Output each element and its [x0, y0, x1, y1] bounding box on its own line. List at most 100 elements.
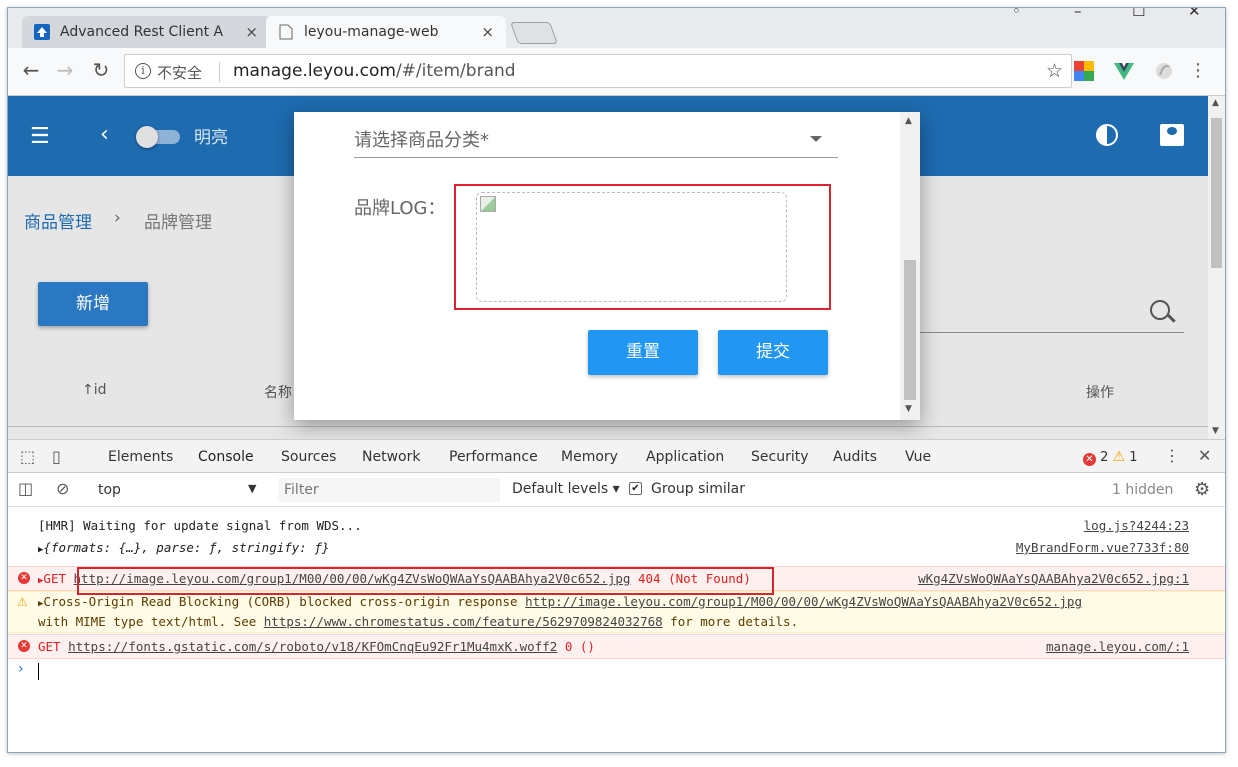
settings-gear-icon[interactable]: ⚙	[1194, 479, 1210, 500]
issue-counter[interactable]: ✕ 2 ⚠ 1	[1083, 449, 1138, 466]
scroll-down-icon[interactable]: ▼	[1212, 426, 1219, 436]
bookmark-star-icon[interactable]: ☆	[1046, 60, 1063, 82]
logo-label: 品牌LOG：	[354, 198, 446, 219]
add-brand-button[interactable]: 新增	[38, 282, 148, 326]
context-dropdown-icon[interactable]: ▼	[248, 482, 256, 495]
scroll-up-icon[interactable]: ▲	[905, 116, 912, 126]
toggle-knob	[136, 126, 158, 148]
theme-toggle[interactable]	[136, 126, 180, 148]
source-link[interactable]: wKg4ZVsWoQWAaYsQAABAhya2V0c652.jpg:1	[918, 570, 1189, 588]
log-levels-dropdown[interactable]: Default levels ▾	[512, 481, 620, 497]
tab-title: Advanced Rest Client A	[60, 24, 224, 40]
tab-leyou-manage-web[interactable]: leyou-manage-web ×	[266, 16, 506, 48]
tab-advanced-rest-client[interactable]: Advanced Rest Client A ×	[22, 16, 270, 48]
arc-favicon-icon	[34, 24, 50, 40]
new-tab-button[interactable]	[509, 22, 559, 44]
browser-menu-icon[interactable]: ⋮	[1189, 60, 1207, 81]
tab-title: leyou-manage-web	[304, 24, 439, 40]
chromestatus-link[interactable]: https://www.chromestatus.com/feature/562…	[264, 614, 663, 629]
console-input[interactable]	[38, 663, 39, 680]
back-icon[interactable]: ←	[18, 58, 44, 82]
url-text[interactable]: manage.leyou.com/#/item/brand	[233, 61, 516, 81]
dialog-scrollbar[interactable]: ▲ ▼	[900, 112, 920, 420]
tab-console[interactable]: Console	[184, 449, 268, 475]
column-header-actions: 操作	[1086, 385, 1114, 401]
context-selector[interactable]: top	[98, 482, 121, 498]
tab-application[interactable]: Application	[646, 449, 724, 465]
search-input[interactable]	[908, 332, 1184, 333]
warning-icon: ⚠	[1112, 449, 1126, 465]
page-scrollbar[interactable]: ▲ ▼	[1208, 96, 1225, 439]
vue-devtools-icon[interactable]	[1114, 61, 1134, 81]
maximize-icon[interactable]: ☐	[1132, 8, 1145, 20]
account-box-icon[interactable]	[1160, 124, 1184, 146]
broken-image-icon	[480, 196, 496, 212]
tab-vue[interactable]: Vue	[905, 449, 931, 465]
search-icon[interactable]	[1150, 300, 1170, 320]
source-link[interactable]: MyBrandForm.vue?733f:80	[1016, 539, 1189, 557]
minimize-icon[interactable]: –	[1074, 8, 1082, 20]
extension-color-icon[interactable]	[1074, 61, 1094, 81]
tab-network[interactable]: Network	[362, 449, 420, 465]
console-message[interactable]: ▶{formats: {…}, parse: ƒ, stringify: ƒ} …	[8, 539, 1225, 559]
menu-icon[interactable]: ☰	[30, 124, 50, 149]
address-bar[interactable]: i 不安全 manage.leyou.com/#/item/brand ☆	[124, 54, 1072, 88]
reload-icon[interactable]: ↻	[88, 58, 114, 82]
error-icon: ✕	[18, 640, 30, 652]
corb-url-link[interactable]: http://image.leyou.com/group1/M00/00/00/…	[525, 594, 1082, 609]
breadcrumb-current: 品牌管理	[144, 213, 212, 233]
console-prompt-icon: ›	[18, 661, 24, 677]
highlight-box	[77, 567, 774, 595]
category-select[interactable]: 请选择商品分类*	[354, 126, 838, 158]
tab-audits[interactable]: Audits	[833, 449, 877, 465]
hidden-count: 1 hidden	[1112, 482, 1174, 498]
devtools-panel: ⬚ ▯ Elements Console Sources Network Per…	[8, 439, 1225, 752]
reset-button[interactable]: 重置	[588, 330, 698, 375]
tab-security[interactable]: Security	[751, 449, 809, 465]
page-favicon-icon	[278, 24, 294, 40]
chevron-left-icon[interactable]: ‹	[100, 122, 109, 147]
breadcrumb-separator: ›	[114, 208, 121, 228]
tab-strip: Advanced Rest Client A × leyou-manage-we…	[8, 8, 1225, 48]
logo-upload-area[interactable]	[476, 192, 787, 302]
console-filter-input[interactable]: Filter	[278, 478, 500, 502]
invert-colors-icon[interactable]	[1096, 124, 1118, 146]
scrollbar-thumb[interactable]	[1211, 118, 1222, 268]
breadcrumb-root[interactable]: 商品管理	[24, 208, 92, 233]
tab-memory[interactable]: Memory	[561, 449, 618, 465]
tab-close-icon[interactable]: ×	[481, 23, 494, 41]
source-link[interactable]: log.js?4244:23	[1084, 517, 1189, 535]
scroll-up-icon[interactable]: ▲	[1212, 98, 1219, 108]
inspect-element-icon[interactable]: ⬚	[20, 447, 35, 466]
close-window-icon[interactable]: ✕	[1188, 8, 1201, 20]
security-label[interactable]: 不安全	[157, 62, 202, 83]
table-divider	[8, 426, 1208, 427]
profile-icon[interactable]: ◦	[1012, 8, 1021, 20]
column-header-id[interactable]: ↑id	[82, 382, 107, 398]
request-url-link[interactable]: https://fonts.gstatic.com/s/roboto/v18/K…	[68, 639, 557, 654]
tab-close-icon[interactable]: ×	[245, 23, 258, 41]
divider	[219, 62, 220, 82]
console-warning: ⚠ ▶Cross-Origin Read Blocking (CORB) blo…	[8, 591, 1225, 633]
tab-elements[interactable]: Elements	[108, 449, 173, 465]
browser-window: Advanced Rest Client A × leyou-manage-we…	[7, 7, 1226, 753]
devtools-menu-icon[interactable]: ⋮	[1164, 446, 1180, 465]
scrollbar-thumb[interactable]	[904, 260, 916, 400]
error-icon: ✕	[1083, 453, 1096, 466]
tab-performance[interactable]: Performance	[449, 449, 538, 465]
forward-icon[interactable]: →	[52, 58, 78, 82]
column-header-name[interactable]: 名称	[264, 382, 292, 402]
devtools-tabbar: ⬚ ▯ Elements Console Sources Network Per…	[8, 440, 1225, 475]
close-devtools-icon[interactable]: ✕	[1198, 446, 1211, 465]
extension-grey-icon[interactable]	[1154, 61, 1174, 81]
device-toolbar-icon[interactable]: ▯	[52, 447, 61, 466]
sidebar-toggle-icon[interactable]: ◫	[18, 479, 33, 498]
category-placeholder: 请选择商品分类*	[354, 130, 489, 151]
submit-button[interactable]: 提交	[718, 330, 828, 375]
group-similar-checkbox[interactable]: ✔	[629, 482, 642, 495]
source-link[interactable]: manage.leyou.com/:1	[1046, 638, 1189, 656]
info-icon[interactable]: i	[135, 63, 151, 79]
scroll-down-icon[interactable]: ▼	[905, 404, 912, 414]
tab-sources[interactable]: Sources	[281, 449, 336, 465]
clear-console-icon[interactable]: ⊘	[56, 479, 69, 498]
